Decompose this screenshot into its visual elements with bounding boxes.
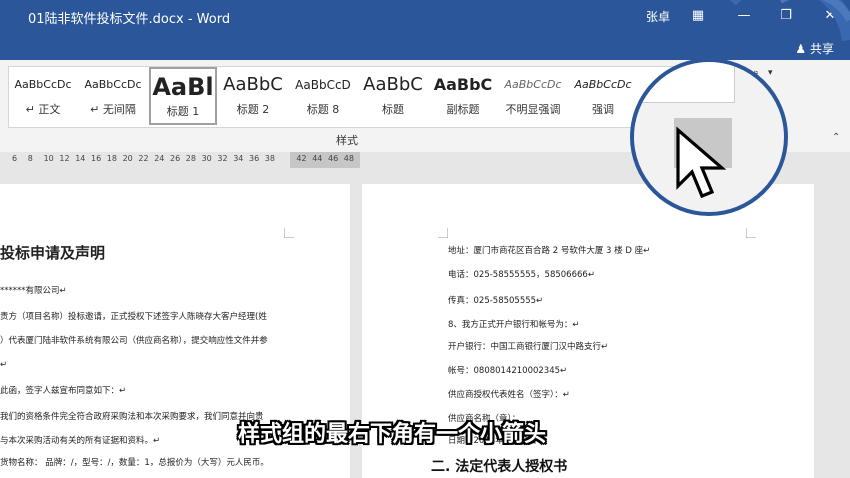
ruler-tick: 46 — [328, 154, 339, 163]
style-sample: AaBbCcDc — [504, 78, 562, 91]
style-name: 不明显强调 — [505, 103, 561, 116]
ruler-tick: 16 — [91, 154, 102, 163]
margin-corner-mark — [438, 228, 448, 238]
body-text-line: 责方（项目名称）投标邀请，正式授权下述签字人陈晓存大客户经理(姓 — [0, 312, 267, 322]
body-text-line: 货物名称： 品牌：/，型号：/，数量：1，总报价为（大写）元人民币。 — [0, 458, 269, 468]
ruler-tick: 32 — [217, 154, 228, 163]
section-heading: 二. 法定代表人授权书 — [431, 459, 568, 475]
style-item[interactable]: AaBl 标题 1 — [149, 67, 217, 125]
ruler-tick: 34 — [233, 154, 244, 163]
margin-corner-mark — [746, 228, 756, 238]
body-text-line: ）代表厦门陆非软件系统有限公司（供应商名称），提交响应性文件并参 — [0, 336, 268, 346]
body-text-line: 地址：厦门市商花区百合路 2 号软件大厦 3 楼 D 座↵ — [448, 246, 651, 256]
style-item[interactable]: AaBbC 标题 — [359, 67, 427, 125]
style-sample: AaBbC — [363, 74, 423, 95]
body-text-line: ↵ — [0, 360, 8, 370]
ruler-tick: 22 — [138, 154, 149, 163]
body-text-line: 帐号：0808014210002345↵ — [448, 366, 568, 376]
style-sample: AaBbC — [433, 75, 493, 94]
body-text-line: 供应商授权代表姓名（签字）：↵ — [448, 390, 570, 400]
share-button[interactable]: ♟ 共享 — [795, 40, 834, 57]
style-name: 强调 — [592, 103, 614, 116]
ruler-tick: 28 — [185, 154, 196, 163]
style-name: 副标题 — [446, 103, 480, 116]
style-name: 标题 — [382, 103, 404, 116]
collapse-ribbon-icon[interactable]: ⌃ — [832, 132, 840, 143]
style-sample: AaBbCcDc — [14, 78, 72, 91]
style-sample: AaBbCcD — [295, 78, 351, 92]
style-name: 标题 2 — [236, 103, 270, 116]
ruler-tick: 24 — [154, 154, 165, 163]
style-sample: AaBbC — [223, 74, 283, 95]
share-label: 共享 — [809, 42, 834, 56]
ruler-tick: 42 — [296, 154, 307, 163]
ruler-tick: 30 — [201, 154, 212, 163]
style-name: 标题 1 — [166, 105, 200, 118]
ruler-tick: 14 — [75, 154, 86, 163]
page-heading: 投标申请及声明 — [0, 244, 106, 262]
ruler-tick: 38 — [264, 154, 275, 163]
style-item[interactable]: AaBbC 标题 2 — [219, 67, 287, 125]
mouse-cursor-icon — [676, 126, 727, 199]
style-name: ↵ 无间隔 — [90, 103, 136, 116]
style-sample: AaBbCcDc — [84, 78, 142, 91]
ruler-tick: 26 — [170, 154, 181, 163]
body-text-line: ******有限公司↵ — [0, 286, 67, 296]
body-text-line: 开户银行：中国工商银行厦门汉中路支行↵ — [448, 342, 609, 352]
document-title: 01陆非软件投标文件.docx - Word — [28, 12, 231, 27]
body-text-line: 传真：025-58505555↵ — [448, 296, 544, 306]
zoomed-gallery-edge — [634, 62, 735, 103]
ruler-tick: 20 — [122, 154, 133, 163]
styles-gallery: AaBbCcDc ↵ 正文 AaBbCcDc ↵ 无间隔 AaBl 标题 1 AaBbC 标题… — [8, 66, 730, 128]
ruler-tick: 12 — [59, 154, 70, 163]
ruler-tick: 10 — [43, 154, 54, 163]
style-name: 标题 8 — [306, 103, 340, 116]
person-icon: ♟ — [795, 42, 807, 56]
video-subtitle: 样式组的最右下角有一个小箭头 — [238, 422, 547, 447]
styles-group-label: 样式 — [336, 134, 358, 147]
style-item[interactable]: AaBbCcDc 不明显强调 — [499, 67, 567, 125]
magnifier-overlay — [630, 58, 788, 216]
body-text-line: 此函，签字人兹宣布同意如下：↵ — [0, 386, 127, 396]
dropdown-arrow-icon[interactable]: ▾ — [768, 68, 773, 78]
style-sample: AaBl — [152, 73, 214, 101]
style-item[interactable]: AaBbCcDc ↵ 正文 — [9, 67, 77, 125]
margin-corner-mark — [284, 228, 294, 238]
ruler-tick: 48 — [343, 154, 354, 163]
ruler-tick: 8 — [27, 154, 33, 163]
ruler-tick: 36 — [249, 154, 260, 163]
style-item[interactable]: AaBbCcD 标题 8 — [289, 67, 357, 125]
body-text-line: 电话：025-58555555，58506666↵ — [448, 270, 595, 280]
style-item[interactable]: AaBbCcDc 强调 — [569, 67, 637, 125]
ruler-tick: 6 — [12, 154, 18, 163]
style-item[interactable]: AaBbC 副标题 — [429, 67, 497, 125]
body-text-line: 与本次采购活动有关的所有证据和资料。↵ — [0, 436, 161, 446]
ruler-tick: 44 — [312, 154, 323, 163]
body-text-line: 8、我方正式开户银行和帐号为：↵ — [448, 320, 580, 330]
body-text-line: 我们的资格条件完全符合政府采购法和本次采购要求，我们同意并向贵 — [0, 412, 264, 422]
style-sample: AaBbCcDc — [574, 78, 632, 91]
style-item[interactable]: AaBbCcDc ↵ 无间隔 — [79, 67, 147, 125]
style-name: ↵ 正文 — [25, 103, 61, 116]
ruler-tick: 18 — [106, 154, 117, 163]
